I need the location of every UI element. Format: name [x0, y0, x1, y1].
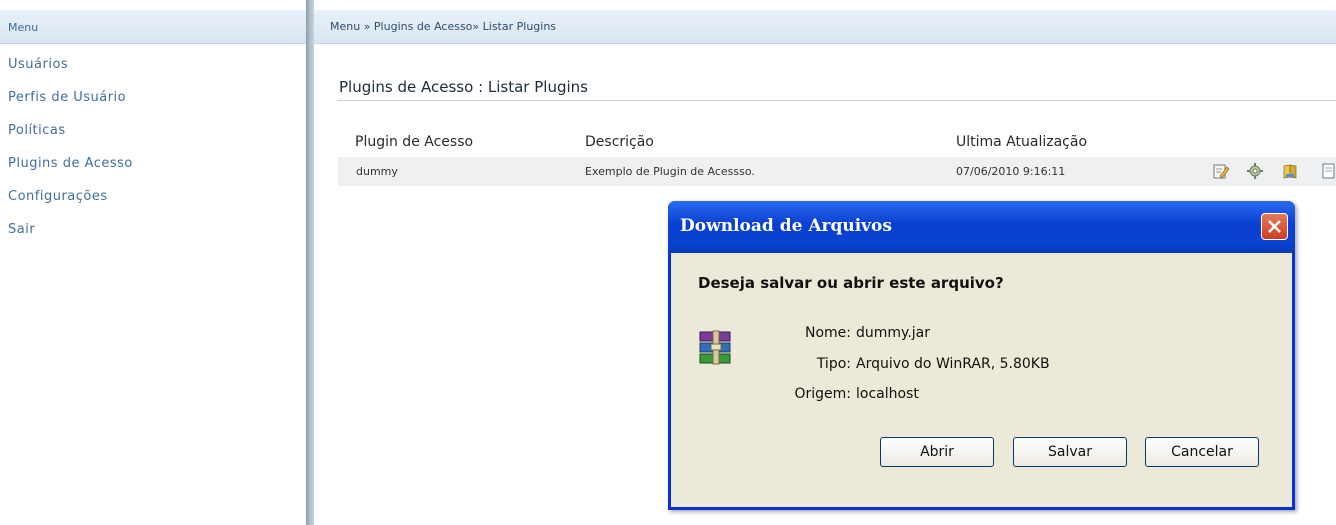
sidebar-item-sair[interactable]: Sair [8, 222, 133, 255]
dialog-title-bar[interactable]: Download de Arquivos [668, 201, 1295, 253]
origin-label: Origem: [794, 386, 851, 402]
download-icon[interactable] [1321, 163, 1336, 179]
column-header-plugin: Plugin de Acesso [355, 134, 474, 150]
edit-icon[interactable] [1213, 163, 1229, 179]
origin-value: localhost [856, 386, 919, 402]
close-icon [1268, 220, 1281, 233]
type-label: Tipo: [816, 356, 851, 372]
sidebar-item-plugins[interactable]: Plugins de Acesso [8, 156, 133, 189]
sidebar-item-usuarios[interactable]: Usuários [8, 57, 133, 90]
page-title: Plugins de Acesso : Listar Plugins [339, 78, 588, 96]
breadcrumb-bar: Menu » Plugins de Acesso» Listar Plugins [314, 10, 1336, 44]
plugin-updated: 07/06/2010 9:16:11 [956, 165, 1066, 178]
book-icon[interactable] [1282, 163, 1298, 179]
plugin-name: dummy [356, 165, 398, 178]
save-button[interactable]: Salvar [1013, 437, 1127, 467]
dialog-title: Download de Arquivos [680, 216, 892, 236]
close-button[interactable] [1261, 213, 1288, 240]
sidebar: Menu Usuários Perfis de Usuário Política… [0, 0, 306, 525]
sidebar-header: Menu [0, 10, 306, 44]
sidebar-menu: Usuários Perfis de Usuário Políticas Plu… [8, 57, 133, 255]
column-header-descricao: Descrição [585, 134, 654, 150]
breadcrumb: Menu » Plugins de Acesso» Listar Plugins [330, 20, 557, 33]
table-row [338, 157, 1336, 186]
dialog-question: Deseja salvar ou abrir este arquivo? [698, 274, 1004, 292]
gear-icon[interactable] [1247, 163, 1263, 179]
name-value: dummy.jar [856, 325, 930, 341]
plugin-description: Exemplo de Plugin de Acessso. [585, 165, 755, 178]
cancel-button[interactable]: Cancelar [1145, 437, 1259, 467]
sidebar-title: Menu [8, 21, 39, 34]
sidebar-item-politicas[interactable]: Políticas [8, 123, 133, 156]
name-label: Nome: [804, 325, 851, 341]
sidebar-item-configuracoes[interactable]: Configurações [8, 189, 133, 222]
download-dialog: Download de Arquivos Deseja salvar ou ab… [668, 201, 1295, 510]
type-value: Arquivo do WinRAR, 5.80KB [856, 356, 1050, 372]
open-button[interactable]: Abrir [880, 437, 994, 467]
sidebar-item-perfis[interactable]: Perfis de Usuário [8, 90, 133, 123]
title-divider [337, 100, 1336, 101]
splitter[interactable] [306, 0, 314, 525]
column-header-atualizacao: Ultima Atualização [956, 134, 1088, 150]
